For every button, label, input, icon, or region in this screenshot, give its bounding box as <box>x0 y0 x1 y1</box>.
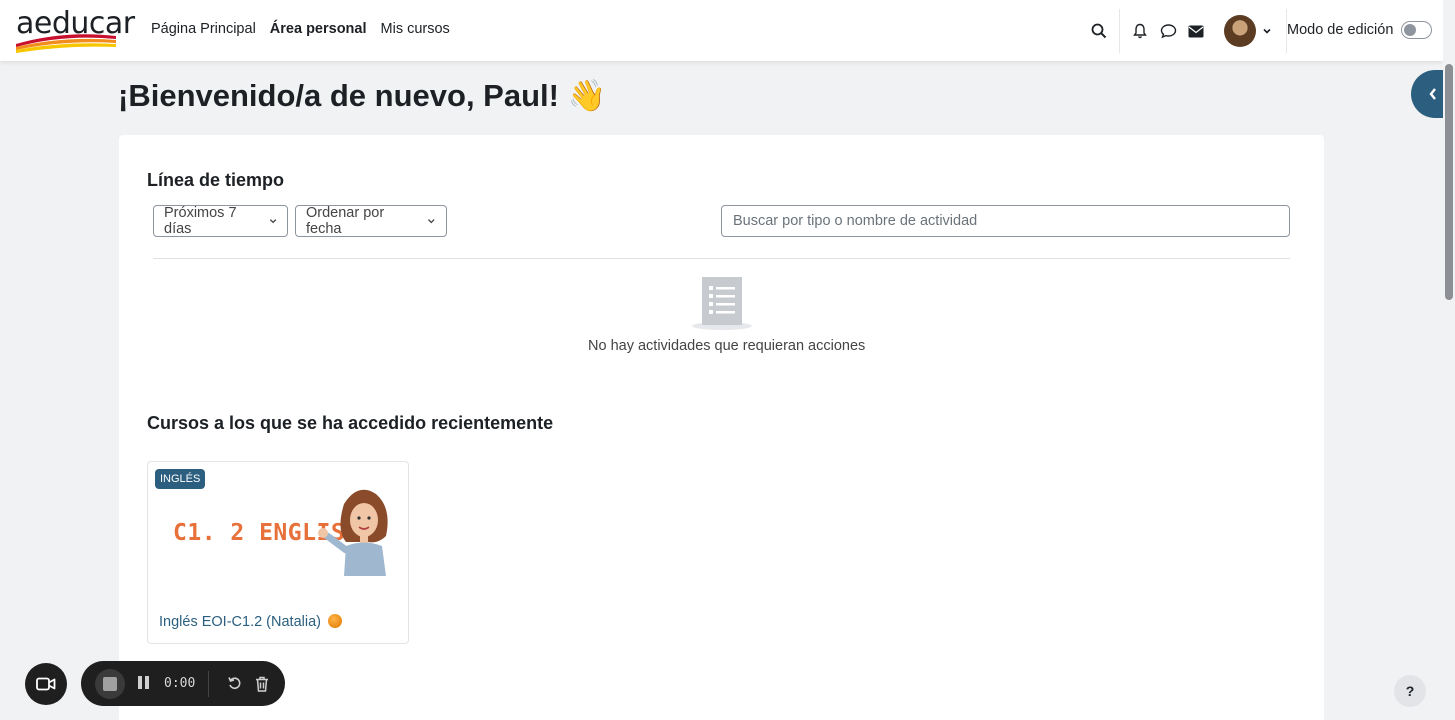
mail-button[interactable] <box>1182 17 1210 45</box>
video-camera-icon <box>36 677 56 691</box>
page-scrollbar[interactable] <box>1443 0 1455 720</box>
camera-button[interactable] <box>25 663 67 705</box>
day-filter-value: Próximos 7 días <box>164 205 237 237</box>
timeline-title: Línea de tiempo <box>147 170 285 190</box>
user-avatar[interactable] <box>1224 15 1256 47</box>
chevron-down-icon <box>428 219 436 224</box>
edit-mode-label: Modo de edición <box>1287 22 1394 38</box>
top-navbar: aeducar Página Principal Área personal M… <box>0 0 1443 61</box>
edit-mode-toggle[interactable] <box>1401 21 1433 39</box>
bell-icon <box>1133 23 1147 39</box>
course-name-text: Inglés EOI-C1.2 (Natalia) <box>159 614 321 630</box>
primary-navigation: Página Principal Área personal Mis curso… <box>151 21 450 37</box>
timeline-day-filter-dropdown[interactable]: Próximos 7 días <box>153 205 288 237</box>
empty-activities-icon <box>692 277 752 330</box>
timeline-empty-message: No hay actividades que requieran accione… <box>588 338 866 354</box>
course-card[interactable]: INGLÉS C1. 2 ENGLISH Inglés EOI-C1.2 (Na… <box>147 461 409 644</box>
recording-timer: 0:00 <box>164 676 196 691</box>
logo-swoosh-icon <box>16 34 116 53</box>
edit-mode-control: Modo de edición <box>1287 21 1433 39</box>
scrollbar-thumb[interactable] <box>1445 64 1453 300</box>
recent-courses-title: Cursos a los que se ha accedido reciente… <box>147 413 554 433</box>
course-category-badge: INGLÉS <box>155 469 206 489</box>
orange-circle-icon <box>328 614 343 628</box>
aeducar-logo[interactable]: aeducar <box>14 6 135 53</box>
delete-recording-button[interactable] <box>251 673 273 695</box>
screen-recorder-toolbar: 0:00 <box>81 661 285 706</box>
restart-recording-button[interactable] <box>223 673 245 695</box>
divider <box>1119 9 1120 53</box>
timeline-sort-dropdown[interactable]: Ordenar por fecha <box>295 205 447 237</box>
sort-value: Ordenar por fecha <box>306 205 385 237</box>
teacher-avatar-illustration <box>318 489 388 576</box>
chat-icon <box>1160 24 1176 39</box>
messages-button[interactable] <box>1154 17 1182 45</box>
timeline-search-input[interactable] <box>721 205 1290 237</box>
help-button[interactable]: ? <box>1394 675 1426 707</box>
chevron-down-icon <box>269 219 277 224</box>
chevron-down-icon[interactable] <box>1262 27 1272 35</box>
pause-recording-button[interactable] <box>138 675 152 692</box>
trash-icon <box>256 676 269 692</box>
search-button[interactable] <box>1085 17 1113 45</box>
navbar-icons <box>1085 9 1293 53</box>
nav-link-my-courses[interactable]: Mis cursos <box>381 21 450 37</box>
divider <box>208 670 210 697</box>
notifications-button[interactable] <box>1126 17 1154 45</box>
nav-link-home[interactable]: Página Principal <box>151 21 256 37</box>
restart-icon <box>228 677 241 689</box>
chevron-left-icon <box>1429 88 1436 100</box>
envelope-icon <box>1188 25 1204 37</box>
nav-link-dashboard[interactable]: Área personal <box>270 21 367 37</box>
stop-recording-button[interactable] <box>95 668 125 699</box>
divider <box>153 258 1290 259</box>
course-name-link[interactable]: Inglés EOI-C1.2 (Natalia) <box>159 614 343 630</box>
search-icon <box>1091 23 1107 39</box>
page-title: ¡Bienvenido/a de nuevo, Paul! 👋 <box>118 78 607 113</box>
